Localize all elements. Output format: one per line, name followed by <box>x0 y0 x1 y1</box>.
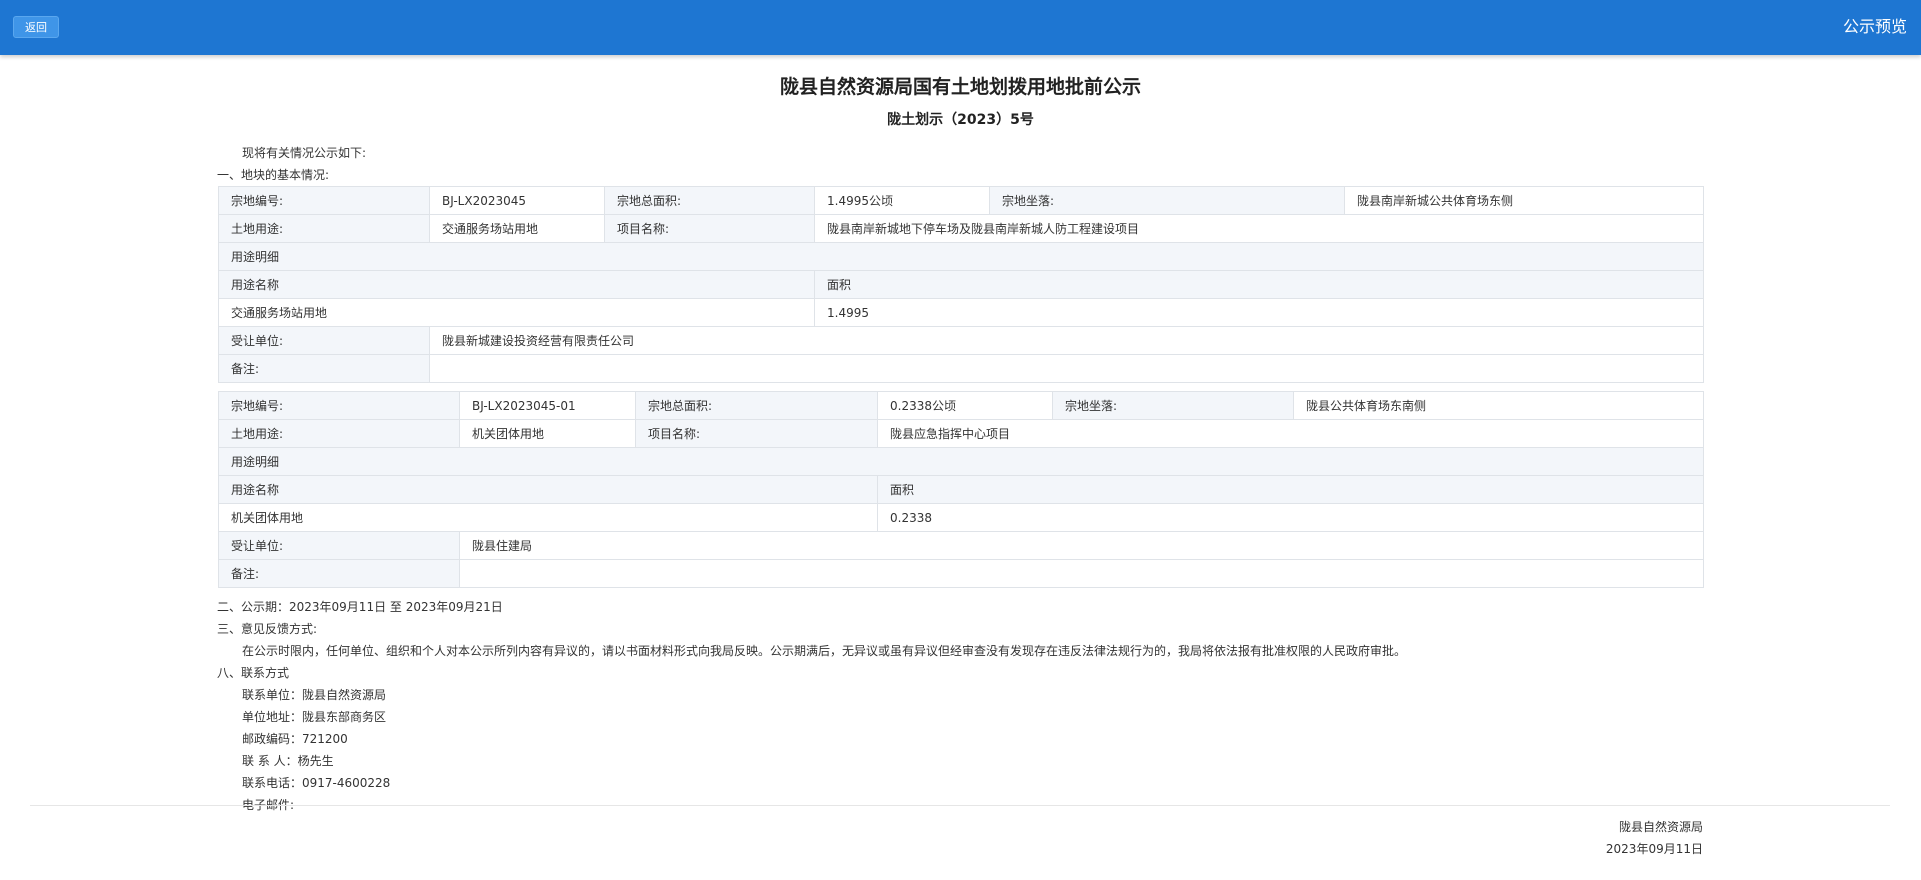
intro-text: 现将有关情况公示如下: <box>242 146 367 160</box>
assignee-label: 受让单位: <box>218 326 430 355</box>
location-label: 宗地坐落: <box>1052 391 1294 420</box>
table-row: 受让单位: 陇县住建局 <box>218 531 1704 560</box>
bottom-divider <box>30 805 1890 806</box>
section-heading-1: 一、地块的基本情况: <box>217 168 330 182</box>
table-row: 宗地编号: BJ-LX2023045 宗地总面积: 1.4995公顷 宗地坐落:… <box>218 186 1704 215</box>
section-heading-3: 三、意见反馈方式: <box>217 622 318 636</box>
detail-use-value: 机关团体用地 <box>218 503 878 532</box>
use-detail-heading: 用途明细 <box>218 242 1704 271</box>
location-value: 陇县南岸新城公共体育场东侧 <box>1344 186 1704 215</box>
table-row: 土地用途: 机关团体用地 项目名称: 陇县应急指挥中心项目 <box>218 419 1704 448</box>
remarks-value <box>459 559 1704 588</box>
total-area-value: 0.2338公顷 <box>877 391 1053 420</box>
table-row: 受让单位: 陇县新城建设投资经营有限责任公司 <box>218 326 1704 355</box>
area-header: 面积 <box>877 475 1704 504</box>
use-detail-heading: 用途明细 <box>218 447 1704 476</box>
parcel-code-label: 宗地编号: <box>218 391 460 420</box>
table-row: 用途明细 <box>218 447 1704 476</box>
table-row: 备注: <box>218 354 1704 383</box>
project-name-value: 陇县南岸新城地下停车场及陇县南岸新城人防工程建设项目 <box>814 214 1704 243</box>
remarks-value <box>429 354 1704 383</box>
detail-area-value: 1.4995 <box>814 298 1704 327</box>
area-header: 面积 <box>814 270 1704 299</box>
use-name-header: 用途名称 <box>218 475 878 504</box>
project-name-value: 陇县应急指挥中心项目 <box>877 419 1704 448</box>
location-label: 宗地坐落: <box>989 186 1345 215</box>
remarks-label: 备注: <box>218 559 460 588</box>
table-row: 用途名称 面积 <box>218 270 1704 299</box>
table-row: 交通服务场站用地 1.4995 <box>218 298 1704 327</box>
contact-person: 联 系 人：杨先生 <box>242 754 334 768</box>
total-area-value: 1.4995公顷 <box>814 186 990 215</box>
table-row: 用途明细 <box>218 242 1704 271</box>
detail-area-value: 0.2338 <box>877 503 1704 532</box>
use-name-header: 用途名称 <box>218 270 815 299</box>
remarks-label: 备注: <box>218 354 430 383</box>
land-use-label: 土地用途: <box>218 419 460 448</box>
parcel-code-value: BJ-LX2023045-01 <box>459 391 636 420</box>
table-row: 备注: <box>218 559 1704 588</box>
document-number: 陇土划示（2023）5号 <box>887 112 1034 128</box>
back-button[interactable]: 返回 <box>13 16 59 38</box>
page-title: 公示预览 <box>1842 17 1907 36</box>
document-page: 陇县自然资源局国有土地划拨用地批前公示 陇土划示（2023）5号 现将有关情况公… <box>0 55 1921 880</box>
detail-use-value: 交通服务场站用地 <box>218 298 815 327</box>
parcel-code-value: BJ-LX2023045 <box>429 186 605 215</box>
total-area-label: 宗地总面积: <box>635 391 878 420</box>
parcel-table-2: 宗地编号: BJ-LX2023045-01 宗地总面积: 0.2338公顷 宗地… <box>218 391 1704 588</box>
signature-date: 2023年09月11日 <box>1605 842 1703 856</box>
total-area-label: 宗地总面积: <box>604 186 815 215</box>
top-bar: 返回 公示预览 <box>0 0 1921 55</box>
land-use-label: 土地用途: <box>218 214 430 243</box>
assignee-value: 陇县新城建设投资经营有限责任公司 <box>429 326 1704 355</box>
table-row: 机关团体用地 0.2338 <box>218 503 1704 532</box>
land-use-value: 机关团体用地 <box>459 419 636 448</box>
contact-postcode: 邮政编码：721200 <box>242 732 348 746</box>
land-use-value: 交通服务场站用地 <box>429 214 605 243</box>
project-name-label: 项目名称: <box>604 214 815 243</box>
table-row: 用途名称 面积 <box>218 475 1704 504</box>
contact-unit: 联系单位：陇县自然资源局 <box>242 688 387 702</box>
contact-phone: 联系电话：0917-4600228 <box>242 776 391 790</box>
parcel-table-1: 宗地编号: BJ-LX2023045 宗地总面积: 1.4995公顷 宗地坐落:… <box>218 186 1704 383</box>
assignee-value: 陇县住建局 <box>459 531 1704 560</box>
location-value: 陇县公共体育场东南侧 <box>1293 391 1704 420</box>
assignee-label: 受让单位: <box>218 531 460 560</box>
section-heading-2: 二、公示期：2023年09月11日 至 2023年09月21日 <box>217 600 503 614</box>
contact-address: 单位地址：陇县东部商务区 <box>242 710 387 724</box>
signature-org: 陇县自然资源局 <box>1618 820 1703 834</box>
project-name-label: 项目名称: <box>635 419 878 448</box>
table-row: 土地用途: 交通服务场站用地 项目名称: 陇县南岸新城地下停车场及陇县南岸新城人… <box>218 214 1704 243</box>
feedback-text: 在公示时限内，任何单位、组织和个人对本公示所列内容有异议的，请以书面材料形式向我… <box>242 644 1407 658</box>
parcel-code-label: 宗地编号: <box>218 186 430 215</box>
table-row: 宗地编号: BJ-LX2023045-01 宗地总面积: 0.2338公顷 宗地… <box>218 391 1704 420</box>
document-title: 陇县自然资源局国有土地划拨用地批前公示 <box>779 76 1141 98</box>
section-heading-8: 八、联系方式 <box>217 666 290 680</box>
